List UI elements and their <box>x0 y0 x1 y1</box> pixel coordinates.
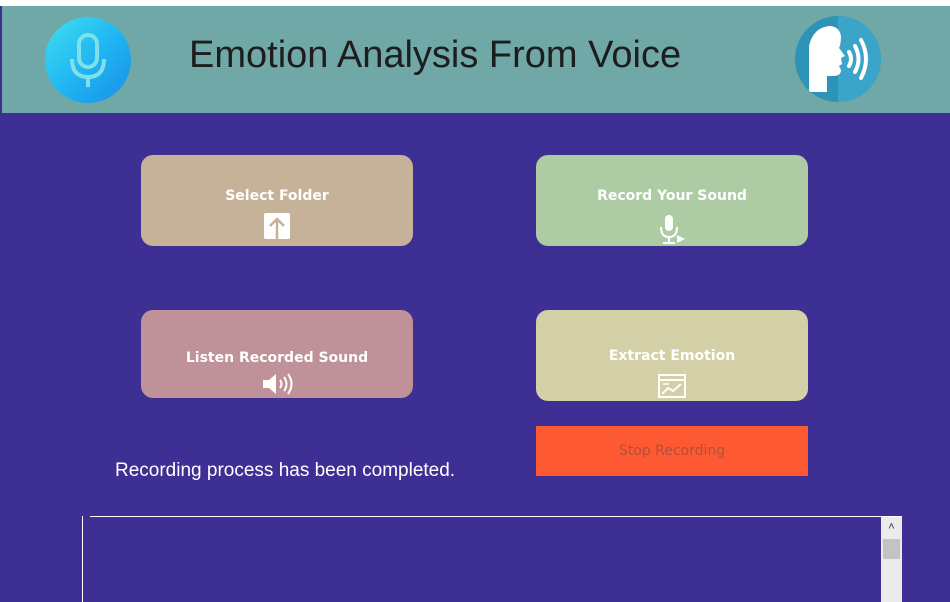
chart-window-icon <box>658 374 686 402</box>
listen-recorded-sound-label: Listen Recorded Sound <box>185 350 369 366</box>
microphone-icon <box>45 17 131 103</box>
record-sound-button[interactable]: Record Your Sound <box>536 155 808 246</box>
scroll-up-arrow-icon[interactable]: ˄ <box>881 517 902 538</box>
speaker-icon <box>261 372 293 400</box>
record-sound-label: Record Your Sound <box>597 188 747 204</box>
status-message: Recording process has been completed. <box>115 460 456 481</box>
speaking-head-icon <box>795 16 881 102</box>
extract-emotion-label: Extract Emotion <box>608 348 736 364</box>
upload-icon <box>262 213 292 249</box>
stop-recording-button[interactable]: Stop Recording <box>536 426 808 476</box>
output-border-gap <box>83 516 90 517</box>
listen-recorded-sound-button[interactable]: Listen Recorded Sound <box>141 310 413 398</box>
select-folder-label: Select Folder <box>225 188 329 204</box>
scroll-thumb[interactable] <box>883 539 900 559</box>
output-scrollbar[interactable]: ˄ <box>881 517 902 602</box>
app-title: Emotion Analysis From Voice <box>189 34 682 76</box>
extract-emotion-button[interactable]: Extract Emotion <box>536 310 808 401</box>
output-text-area[interactable]: ˄ <box>82 516 902 602</box>
microphone-play-icon <box>657 213 687 249</box>
select-folder-button[interactable]: Select Folder <box>141 155 413 246</box>
